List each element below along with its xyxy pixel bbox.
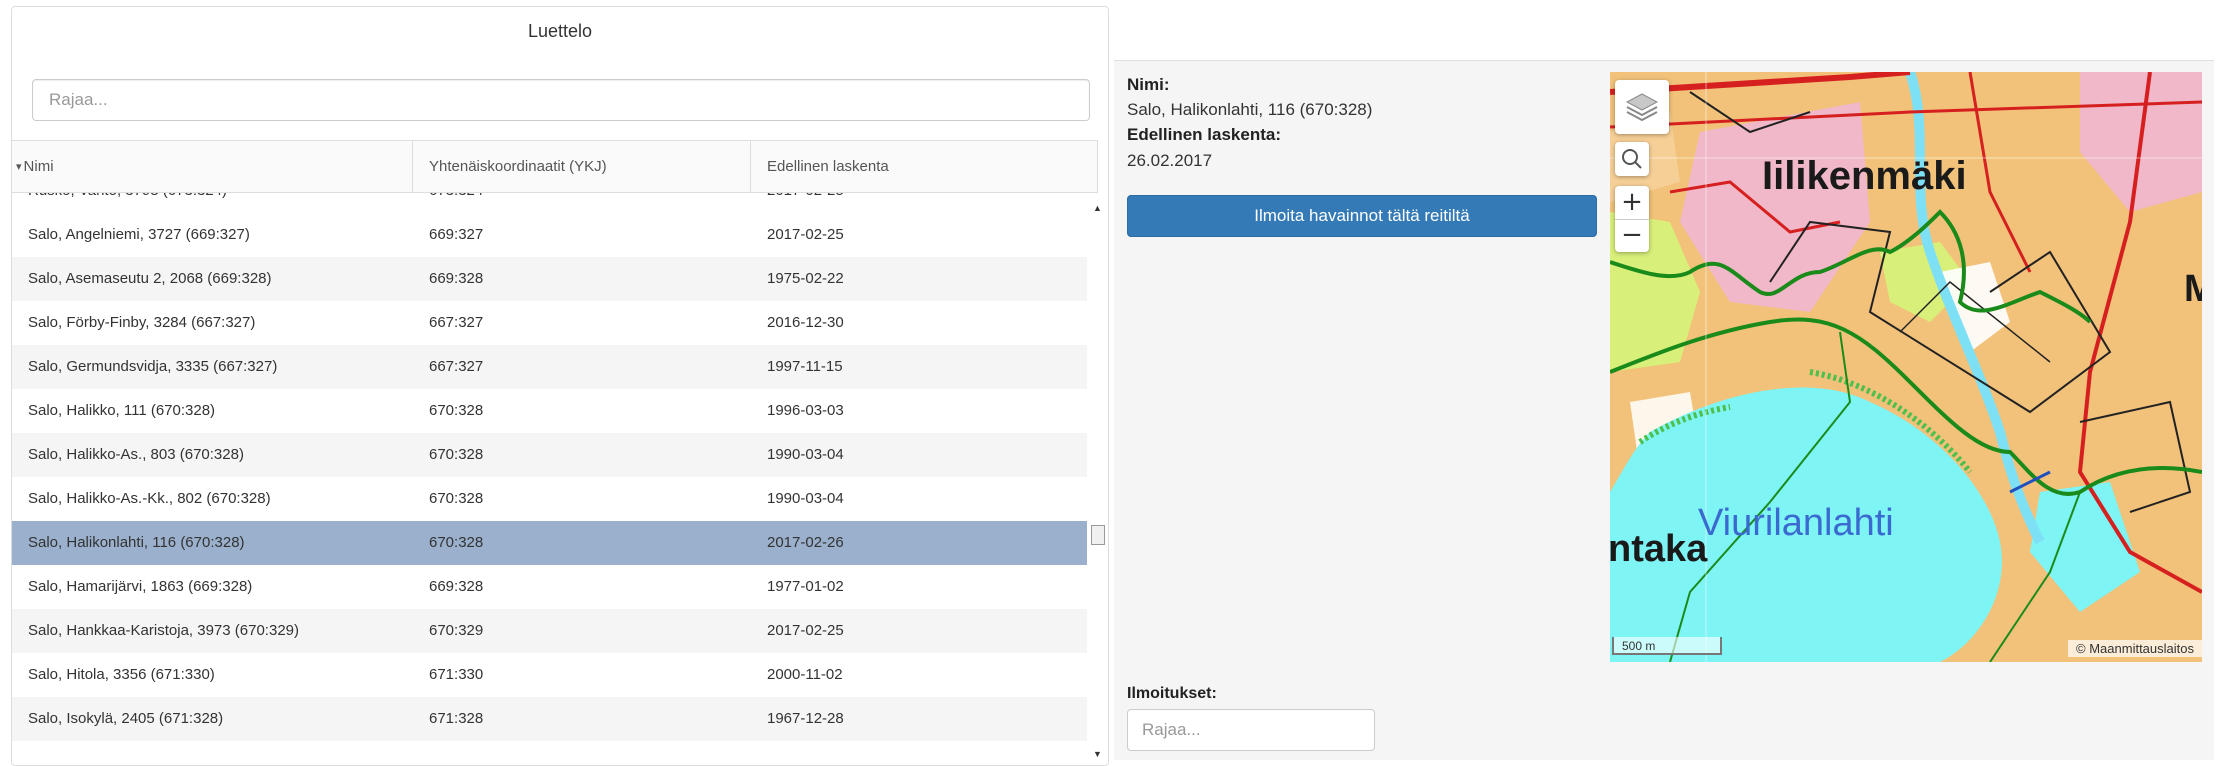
column-header-name[interactable]: ▾ Nimi [12, 141, 413, 192]
table-body: Rusko, Vahto, 3798 (673:324) 673:324 201… [12, 193, 1087, 763]
row-name: Salo, Asemaseutu 2, 2068 (669:328) [28, 270, 272, 287]
list-filter-input[interactable] [32, 79, 1090, 121]
column-header-last-count[interactable]: Edellinen laskenta [751, 141, 1098, 192]
row-coordinates: 669:327 [429, 226, 484, 243]
map-label-edge: M [2184, 268, 2202, 310]
row-date: 1967-12-28 [767, 710, 844, 727]
row-name: Salo, Halikko-As.-Kk., 802 (670:328) [28, 490, 271, 507]
table-row[interactable]: Salo, Halikko-As.-Kk., 802 (670:328) 670… [12, 477, 1087, 521]
row-coordinates: 670:329 [429, 622, 484, 639]
route-list-panel: Luettelo ▾Nimi Yhtenäiskoordinaatit (YKJ… [11, 6, 1109, 766]
report-observations-button[interactable]: Ilmoita havainnot tältä reitiltä [1127, 195, 1597, 237]
column-header-name-label: Nimi [23, 158, 54, 175]
table-row[interactable]: Salo, Hankkaa-Karistoja, 3973 (670:329) … [12, 609, 1087, 653]
list-title: Luettelo [527, 21, 593, 41]
zoom-in-button[interactable]: + [1615, 186, 1649, 220]
row-coordinates: 670:328 [429, 446, 484, 463]
row-date: 2017-02-25 [767, 622, 844, 639]
row-date: 1990-03-04 [767, 446, 844, 463]
map-attribution[interactable]: © Maanmittauslaitos [2068, 640, 2202, 657]
map-label-ntaka: ntaka [1610, 528, 1708, 570]
notifications-filter-input[interactable] [1127, 709, 1375, 751]
route-map[interactable]: Iilikenmäki Viurilanlahti ntaka M + − 50… [1610, 72, 2202, 662]
column-header-coordinates[interactable]: Yhtenäiskoordinaatit (YKJ) [413, 141, 751, 192]
row-date: 2017-02-25 [767, 193, 844, 213]
last-count-value: 26.02.2017 [1127, 151, 1213, 170]
table-row[interactable]: Salo, Isokylä, 2405 (671:328) 671:328 19… [12, 697, 1087, 741]
row-coordinates: 667:327 [429, 314, 484, 331]
layers-icon [1625, 93, 1659, 122]
table-row[interactable]: Salo, Angelniemi, 3727 (669:327) 669:327… [12, 213, 1087, 257]
row-name: Salo, Hankkaa-Karistoja, 3973 (670:329) [28, 622, 299, 639]
row-name: Salo, Hitola, 3356 (671:330) [28, 666, 215, 683]
row-coordinates: 673:324 [429, 193, 483, 213]
row-coordinates: 670:328 [429, 402, 484, 419]
row-coordinates: 669:328 [429, 270, 484, 287]
row-date: 1975-02-22 [767, 270, 844, 287]
row-name: Salo, Angelniemi, 3727 (669:327) [28, 226, 250, 243]
name-label: Nimi: [1127, 75, 1170, 94]
layers-button[interactable] [1615, 80, 1669, 134]
row-date: 1977-01-02 [767, 578, 844, 595]
map-label-viurilanlahti: Viurilanlahti [1698, 502, 1894, 544]
row-date: 2016-12-30 [767, 314, 844, 331]
table-scrollbar[interactable]: ▲ ▼ [1089, 193, 1107, 763]
table-row[interactable]: Salo, Germundsvidja, 3335 (667:327) 667:… [12, 345, 1087, 389]
table-row[interactable]: Salo, Halikko-As., 803 (670:328) 670:328… [12, 433, 1087, 477]
row-date: 1996-03-03 [767, 402, 844, 419]
sort-caret-icon: ▾ [16, 161, 22, 173]
row-date: 2000-11-02 [767, 666, 843, 683]
scroll-down-arrow-icon[interactable]: ▼ [1093, 749, 1102, 759]
row-coordinates: 671:328 [429, 710, 484, 727]
last-count-label: Edellinen laskenta: [1127, 125, 1281, 144]
table-row[interactable]: Salo, Hitola, 3356 (671:330) 671:330 200… [12, 653, 1087, 697]
row-coordinates: 670:328 [429, 490, 484, 507]
table-row-selected[interactable]: Salo, Halikonlahti, 116 (670:328) 670:32… [12, 521, 1087, 565]
notifications-label: Ilmoitukset: [1127, 685, 1217, 702]
table-row[interactable]: Salo, Hamarijärvi, 1863 (669:328) 669:32… [12, 565, 1087, 609]
row-name: Salo, Germundsvidja, 3335 (667:327) [28, 358, 278, 375]
row-name: Salo, Hamarijärvi, 1863 (669:328) [28, 578, 253, 595]
table-row[interactable]: Salo, Asemaseutu 2, 2068 (669:328) 669:3… [12, 257, 1087, 301]
row-date: 2017-02-26 [767, 534, 844, 551]
row-coordinates: 671:330 [429, 666, 484, 683]
search-icon [1622, 149, 1642, 169]
zoom-control: + − [1615, 186, 1649, 252]
scroll-thumb[interactable] [1091, 525, 1105, 545]
row-coordinates: 669:328 [429, 578, 484, 595]
row-date: 1990-03-04 [767, 490, 844, 507]
map-search-button[interactable] [1615, 142, 1649, 176]
zoom-out-button[interactable]: − [1615, 219, 1649, 252]
row-date: 2017-02-25 [767, 226, 844, 243]
row-coordinates: 667:327 [429, 358, 484, 375]
table-row[interactable]: Rusko, Vahto, 3798 (673:324) 673:324 201… [12, 193, 1087, 213]
name-value: Salo, Halikonlahti, 116 (670:328) [1127, 100, 1373, 119]
map-label-iilikenmaki: Iilikenmäki [1762, 154, 1967, 198]
row-name: Salo, Halikonlahti, 116 (670:328) [28, 534, 245, 551]
row-name: Salo, Förby-Finby, 3284 (667:327) [28, 314, 256, 331]
row-date: 1997-11-15 [767, 358, 843, 375]
table-header: ▾ Nimi Yhtenäiskoordinaatit (YKJ) Edellin… [12, 140, 1098, 193]
scroll-up-arrow-icon[interactable]: ▲ [1093, 203, 1102, 213]
row-name: Rusko, Vahto, 3798 (673:324) [28, 193, 227, 213]
row-coordinates: 670:328 [429, 534, 484, 551]
table-row[interactable]: Salo, Halikko, 111 (670:328) 670:328 199… [12, 389, 1087, 433]
map-scale-bar: 500 m [1612, 637, 1722, 655]
table-row[interactable]: Salo, Förby-Finby, 3284 (667:327) 667:32… [12, 301, 1087, 345]
row-name: Salo, Isokylä, 2405 (671:328) [28, 710, 224, 727]
row-name: Salo, Halikko, 111 (670:328) [28, 402, 216, 419]
row-name: Salo, Halikko-As., 803 (670:328) [28, 446, 244, 463]
